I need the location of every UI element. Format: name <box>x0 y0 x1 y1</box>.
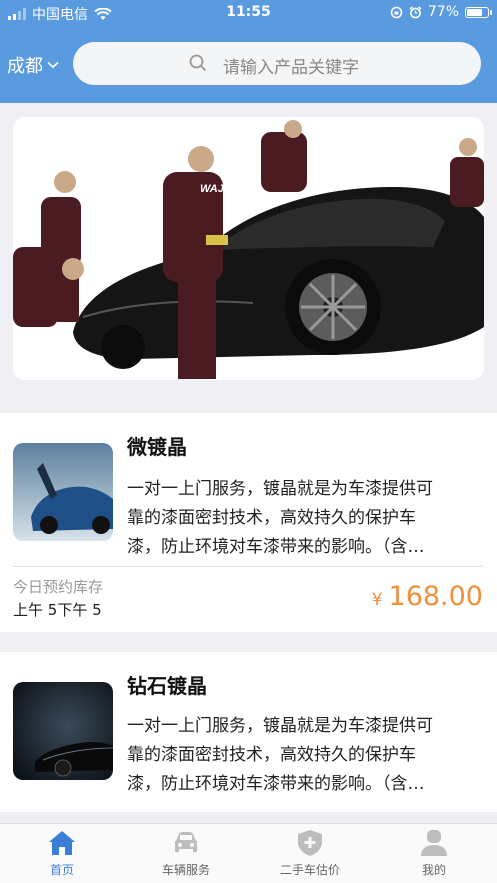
search-placeholder: 请输入产品关键字 <box>223 58 359 78</box>
chevron-down-icon <box>47 61 59 69</box>
product-description: 一对一上门服务，镀晶就是为车漆提供可 靠的漆面密封技术，高效持久的保护车 漆，防… <box>127 712 477 799</box>
tab-vehicle-service[interactable]: 车辆服务 <box>136 828 236 878</box>
tab-label: 二手车估价 <box>279 863 340 877</box>
city-label: 成都 <box>7 56 43 77</box>
product-title: 钻石镀晶 <box>127 674 207 698</box>
product-card[interactable]: 微镀晶 一对一上门服务，镀晶就是为车漆提供可 靠的漆面密封技术，高效持久的保护车… <box>0 413 497 632</box>
description-line: 一对一上门服务，镀晶就是为车漆提供可 <box>127 479 433 499</box>
svg-text:WAJESI: WAJESI <box>200 183 243 195</box>
divider <box>13 566 484 567</box>
status-bar: 中国电信 11:55 77% <box>0 0 497 26</box>
product-thumbnail <box>13 443 113 541</box>
tab-used-car-valuation[interactable]: 二手车估价 <box>260 828 360 878</box>
product-price: ¥ 168.00 <box>372 581 483 612</box>
tab-me[interactable]: 我的 <box>384 828 484 878</box>
city-selector[interactable]: 成都 <box>7 52 59 78</box>
description-line: 一对一上门服务，镀晶就是为车漆提供可 <box>127 716 433 736</box>
currency-symbol: ¥ <box>371 590 383 610</box>
promo-banner[interactable]: WAJESI <box>13 117 484 380</box>
tab-label: 我的 <box>421 863 446 877</box>
car-icon <box>175 832 197 852</box>
product-title: 微镀晶 <box>127 435 187 459</box>
tab-bar: 首页 车辆服务 二手车估价 我的 <box>0 823 497 883</box>
product-card[interactable]: 钻石镀晶 一对一上门服务，镀晶就是为车漆提供可 靠的漆面密封技术，高效持久的保护… <box>0 652 497 812</box>
tab-home[interactable]: 首页 <box>12 828 112 878</box>
alarm-icon <box>409 5 422 18</box>
search-icon <box>189 54 207 72</box>
home-icon <box>49 831 75 855</box>
stock-label: 今日预约库存 <box>13 578 104 596</box>
description-line: 靠的漆面密封技术，高效持久的保护车 <box>127 745 416 765</box>
battery-percent: 77% <box>427 4 459 20</box>
product-thumbnail <box>13 682 113 780</box>
product-description: 一对一上门服务，镀晶就是为车漆提供可 靠的漆面密封技术，高效持久的保护车 漆，防… <box>127 475 477 562</box>
search-input[interactable]: 请输入产品关键字 <box>73 42 481 85</box>
description-line: 靠的漆面密封技术，高效持久的保护车 <box>127 508 416 528</box>
price-value: 168.00 <box>388 581 483 612</box>
slot-afternoon: 下午 5 <box>57 601 102 619</box>
shield-plus-icon <box>298 830 322 856</box>
description-line: 漆，防止环境对车漆带来的影响。（含… <box>127 774 425 794</box>
description-line: 漆，防止环境对车漆带来的影响。（含… <box>127 537 425 557</box>
user-icon <box>421 830 447 856</box>
status-right: 77% <box>390 4 492 20</box>
slot-morning: 上午 5 <box>13 601 58 619</box>
tab-label: 车辆服务 <box>161 863 210 877</box>
banner-image: WAJESI <box>13 117 484 380</box>
tab-label: 首页 <box>49 863 74 877</box>
rotation-lock-icon <box>390 6 403 18</box>
battery-icon <box>465 6 492 18</box>
stock-slots: 上午 5 下午 5 <box>13 599 102 620</box>
